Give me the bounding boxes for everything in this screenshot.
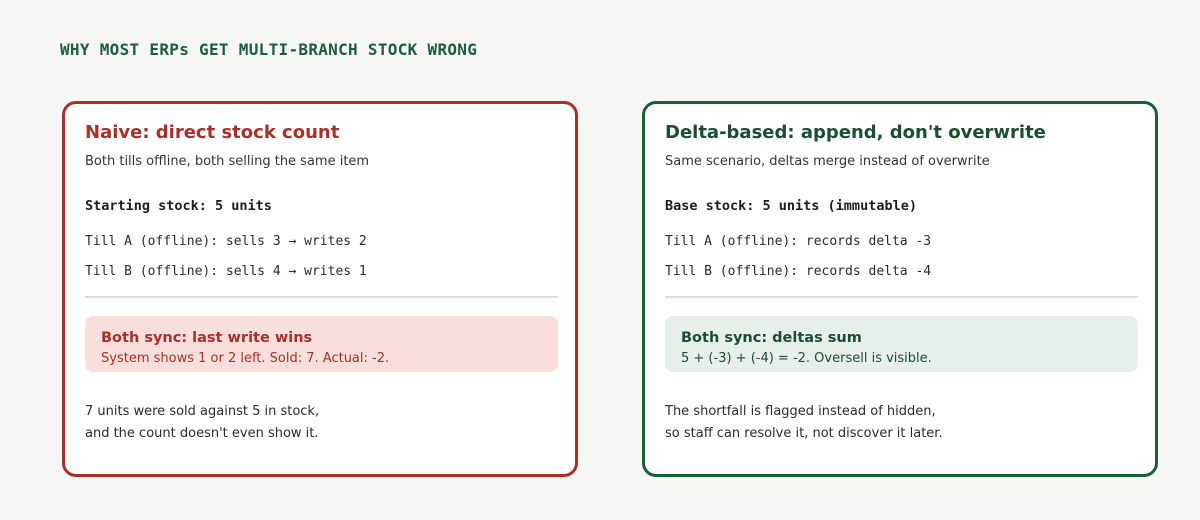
naive-panel: Naive: direct stock count Both tills off…	[62, 101, 578, 477]
delta-panel: Delta-based: append, don't overwrite Sam…	[642, 101, 1158, 477]
delta-footnote-line-2: so staff can resolve it, not discover it…	[665, 426, 943, 441]
naive-footnote-line-2: and the count doesn't even show it.	[85, 426, 319, 441]
delta-footnote-line-1: The shortfall is flagged instead of hidd…	[665, 404, 936, 419]
delta-result-box: Both sync: deltas sum 5 + (-3) + (-4) = …	[665, 316, 1138, 372]
delta-till-b-line: Till B (offline): records delta -4	[665, 264, 932, 279]
delta-base-stock: Base stock: 5 units (immutable)	[665, 198, 917, 214]
delta-panel-subtitle: Same scenario, deltas merge instead of o…	[665, 154, 990, 169]
naive-till-a-line: Till A (offline): sells 3 → writes 2	[85, 234, 367, 249]
naive-footnote-line-1: 7 units were sold against 5 in stock,	[85, 404, 320, 419]
naive-result-box: Both sync: last write wins System shows …	[85, 316, 558, 372]
page-title: WHY MOST ERPs GET MULTI-BRANCH STOCK WRO…	[60, 40, 478, 59]
naive-result-title: Both sync: last write wins	[101, 330, 313, 346]
naive-panel-title: Naive: direct stock count	[85, 122, 340, 143]
naive-starting-stock: Starting stock: 5 units	[85, 198, 272, 214]
naive-result-detail: System shows 1 or 2 left. Sold: 7. Actua…	[101, 351, 390, 366]
delta-result-title: Both sync: deltas sum	[681, 330, 862, 346]
naive-panel-subtitle: Both tills offline, both selling the sam…	[85, 154, 370, 169]
naive-till-b-line: Till B (offline): sells 4 → writes 1	[85, 264, 367, 279]
delta-divider	[665, 296, 1138, 298]
naive-divider	[85, 296, 558, 298]
delta-panel-title: Delta-based: append, don't overwrite	[665, 122, 1046, 143]
delta-result-detail: 5 + (-3) + (-4) = -2. Oversell is visibl…	[681, 351, 932, 366]
delta-till-a-line: Till A (offline): records delta -3	[665, 234, 932, 249]
